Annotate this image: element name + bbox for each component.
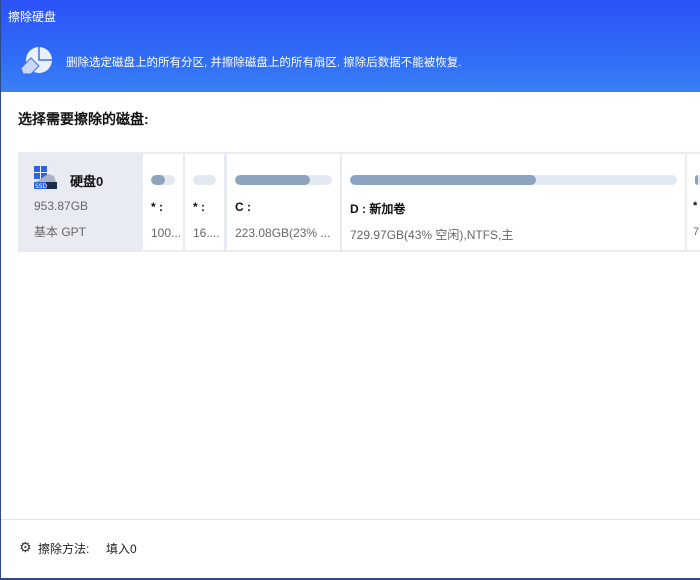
usage-fill [151, 175, 166, 185]
partition-info: 223.08GB(23% ... [235, 226, 331, 240]
footer-divider [1, 519, 700, 520]
partition-label: D : 新加卷 [350, 202, 406, 216]
partition-label: * [693, 200, 698, 212]
ssd-disk-icon: SSD [34, 166, 57, 190]
window-title: 擦除硬盘 [8, 10, 57, 24]
partition-label: * : [193, 200, 205, 214]
usage-bar [695, 175, 700, 185]
disk-row[interactable]: SSD 硬盘0 953.87GB 基本 GPT * : 100... * : 1… [18, 152, 700, 252]
disk-0[interactable]: SSD 硬盘0 953.87GB 基本 GPT [18, 152, 143, 252]
wipe-method-label: 擦除方法: [38, 542, 90, 556]
partition-2[interactable]: * : 16.... [185, 154, 224, 250]
partition-d[interactable]: D : 新加卷 729.97GB(43% 空闲),NTFS,主 [342, 154, 685, 250]
usage-bar [350, 175, 677, 185]
partition-1[interactable]: * : 100... [143, 154, 183, 250]
disk-size: 953.87GB [34, 199, 89, 213]
ssd-badge: SSD [35, 183, 48, 190]
usage-bar [151, 175, 175, 185]
section-title: 选择需要擦除的磁盘: [18, 111, 149, 127]
usage-fill [350, 175, 537, 185]
usage-fill [695, 175, 698, 185]
usage-bar [235, 175, 332, 185]
disk-wipe-icon [20, 47, 52, 75]
wipe-method-value[interactable]: 填入0 [106, 540, 137, 557]
partition-label: * : [151, 200, 163, 214]
gear-icon[interactable]: ⚙ [19, 540, 33, 554]
disk-name: 硬盘0 [70, 174, 104, 189]
disk-type: 基本 GPT [34, 225, 87, 239]
partition-info: 729.97GB(43% 空闲),NTFS,主 [350, 228, 514, 242]
partition-info: 16.... [193, 226, 220, 240]
usage-bar [193, 175, 216, 185]
partition-label: C : [235, 200, 251, 214]
usage-fill [235, 175, 310, 185]
partition-c[interactable]: C : 223.08GB(23% ... [227, 154, 340, 250]
header-banner: 擦除硬盘 删除选定磁盘上的所有分区, 并擦除磁盘上的所有扇区. 擦除后数据不能被… [1, 0, 700, 92]
partition-info: 7 [693, 226, 700, 238]
banner-description: 删除选定磁盘上的所有分区, 并擦除磁盘上的所有扇区. 擦除后数据不能被恢复. [66, 57, 462, 69]
wipe-disk-window: 擦除硬盘 删除选定磁盘上的所有分区, 并擦除磁盘上的所有扇区. 擦除后数据不能被… [0, 0, 700, 580]
partition-info: 100... [151, 226, 182, 240]
partition-5[interactable]: * 7 [687, 154, 700, 250]
